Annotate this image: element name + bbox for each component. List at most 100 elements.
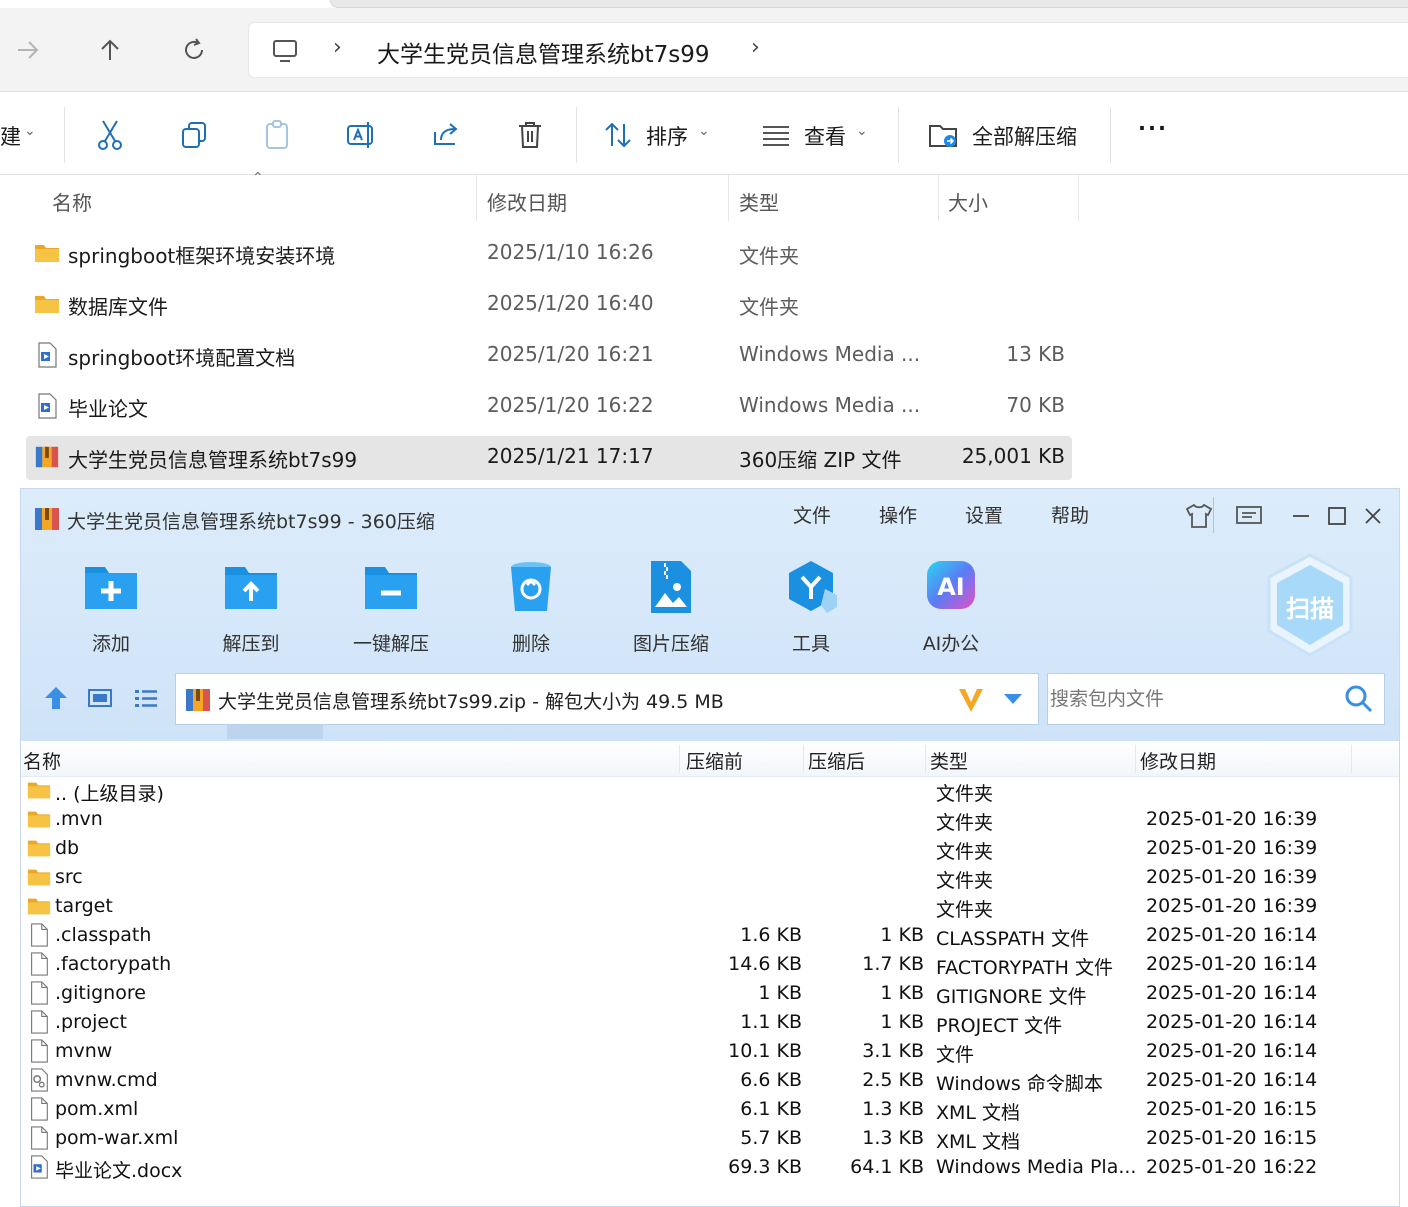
table-row[interactable]: pom-war.xml 5.7 KB 1.3 KB XML 文档 2025-01-20 … [21, 1124, 1399, 1153]
menu-settings[interactable]: 设置 [965, 501, 1003, 528]
column-header-type[interactable]: 类型 [739, 187, 779, 216]
chevron-down-icon[interactable]: ⌄ [856, 123, 868, 139]
column-header-type[interactable]: 类型 [930, 747, 968, 774]
table-row[interactable]: .factorypath 14.6 KB 1.7 KB FACTORYPATH 文件 2… [21, 950, 1399, 979]
one-click-extract-icon [365, 567, 417, 609]
file-type: PROJECT 文件 [936, 1015, 1063, 1037]
view-button-label[interactable]: 查看 [804, 121, 846, 151]
list-item[interactable]: springboot框架环境安装环境 2025/1/10 16:26 文件夹 [26, 232, 1072, 276]
menu-help[interactable]: 帮助 [1051, 501, 1089, 528]
breadcrumb-chevron-icon[interactable]: › [751, 35, 760, 60]
sort-button-label[interactable]: 排序 [646, 121, 688, 151]
v-logo-icon[interactable] [956, 686, 986, 714]
archiver-title: 大学生党员信息管理系统bt7s99 - 360压缩 [67, 511, 435, 533]
forward-arrow-icon[interactable] [6, 28, 50, 72]
column-divider[interactable] [1078, 175, 1079, 221]
menu-operation[interactable]: 操作 [879, 501, 917, 528]
paste-icon[interactable] [260, 117, 296, 153]
view-lines-icon[interactable] [758, 117, 794, 153]
table-row[interactable]: target 文件夹 2025-01-20 16:39 [21, 892, 1399, 921]
more-options-button[interactable]: ... [1138, 111, 1168, 135]
list-item[interactable]: springboot环境配置文档 2025/1/20 16:21 Windows M… [26, 334, 1072, 378]
table-row[interactable]: mvnw 10.1 KB 3.1 KB 文件 2025-01-20 16:14 [21, 1037, 1399, 1066]
delete-button[interactable]: 删除 [476, 557, 586, 655]
table-row[interactable]: pom.xml 6.1 KB 1.3 KB XML 文档 2025-01-20 16:1… [21, 1095, 1399, 1124]
refresh-icon[interactable] [172, 28, 216, 72]
list-item[interactable]: 毕业论文 2025/1/20 16:22 Windows Media ... 70 K… [26, 385, 1072, 429]
close-icon[interactable] [1357, 501, 1389, 531]
column-divider[interactable] [938, 175, 939, 221]
delete-trash-icon[interactable] [512, 117, 548, 153]
address-bar[interactable]: › 大学生党员信息管理系统bt7s99 › [248, 22, 1408, 78]
column-header-name[interactable]: 名称 [52, 187, 92, 216]
table-row[interactable]: .mvn 文件夹 2025-01-20 16:39 [21, 805, 1399, 834]
folder-icon [34, 291, 60, 317]
column-divider[interactable] [728, 175, 729, 221]
ai-office-button[interactable]: AI AI办公 [896, 557, 1006, 655]
modified-date: 2025-01-20 16:39 [1146, 866, 1318, 888]
search-icon[interactable] [1344, 684, 1374, 714]
archive-column-header: 名称 压缩前 压缩后 类型 修改日期 [21, 741, 1399, 777]
table-row[interactable]: .gitignore 1 KB 1 KB GITIGNORE 文件 2025-01-20… [21, 979, 1399, 1008]
sort-arrows-icon[interactable] [600, 117, 636, 153]
column-divider[interactable] [1135, 745, 1136, 773]
one-click-extract-button[interactable]: 一键解压 [336, 557, 446, 655]
feedback-message-icon[interactable] [1233, 501, 1265, 531]
zip-archive-icon [34, 444, 60, 470]
column-header-modified[interactable]: 修改日期 [1140, 747, 1216, 774]
copy-icon[interactable] [176, 117, 212, 153]
column-header-name[interactable]: 名称 [23, 747, 61, 774]
list-item[interactable]: 大学生党员信息管理系统bt7s99 2025/1/21 17:17 360压缩 ZI… [26, 436, 1072, 480]
table-row[interactable]: 毕业论文.docx 69.3 KB 64.1 KB Windows Media Pla… [21, 1153, 1399, 1182]
column-divider[interactable] [476, 175, 477, 221]
table-row[interactable]: .classpath 1.6 KB 1 KB CLASSPATH 文件 2025-01-… [21, 921, 1399, 950]
maximize-icon[interactable] [1321, 501, 1353, 531]
modified-date: 2025/1/21 17:17 [487, 444, 654, 468]
column-divider[interactable] [925, 745, 926, 773]
table-row[interactable]: .. (上级目录) 文件夹 [21, 776, 1399, 805]
list-view-icon[interactable] [131, 683, 161, 713]
thumbnail-view-icon[interactable] [85, 683, 115, 713]
archive-path-field[interactable]: 大学生党员信息管理系统bt7s99.zip - 解包大小为 49.5 MB [175, 673, 1039, 725]
column-header-size[interactable]: 大小 [948, 187, 988, 216]
tools-label: 工具 [791, 633, 830, 655]
breadcrumb-current-folder[interactable]: 大学生党员信息管理系统bt7s99 [377, 35, 710, 69]
table-row[interactable]: src 文件夹 2025-01-20 16:39 [21, 863, 1399, 892]
share-icon[interactable] [428, 117, 464, 153]
extract-all-button-label[interactable]: 全部解压缩 [972, 121, 1077, 151]
file-name: springboot框架环境安装环境 [68, 244, 336, 268]
extract-folder-icon[interactable] [926, 117, 962, 153]
scan-shield-button[interactable]: 扫描 [1265, 553, 1355, 657]
table-row[interactable]: mvnw.cmd 6.6 KB 2.5 KB Windows 命令脚本 2025-01-… [21, 1066, 1399, 1095]
column-divider[interactable] [803, 745, 804, 773]
toolbar-divider [64, 107, 65, 163]
column-header-after[interactable]: 压缩后 [808, 747, 865, 774]
archive-search-input[interactable] [1048, 674, 1338, 724]
column-divider[interactable] [679, 745, 680, 773]
up-arrow-icon[interactable] [88, 28, 132, 72]
add-button[interactable]: 添加 [56, 557, 166, 655]
list-item[interactable]: 数据库文件 2025/1/20 16:40 文件夹 [26, 283, 1072, 327]
column-divider[interactable] [1351, 745, 1352, 773]
dropdown-triangle-icon[interactable] [1002, 692, 1024, 706]
tools-button[interactable]: 工具 [756, 557, 866, 655]
menu-file[interactable]: 文件 [793, 501, 831, 528]
archive-search-box[interactable] [1047, 673, 1385, 725]
chevron-down-icon[interactable]: ⌄ [698, 123, 710, 139]
new-button-label[interactable]: 建 [0, 121, 21, 151]
extract-to-button[interactable]: 解压到 [196, 557, 306, 655]
ai-office-label: AI办公 [922, 633, 980, 655]
skin-tshirt-icon[interactable] [1183, 501, 1215, 531]
file-icon [27, 981, 51, 1005]
minimize-icon[interactable] [1285, 501, 1317, 531]
cut-icon[interactable] [92, 117, 128, 153]
table-row[interactable]: .project 1.1 KB 1 KB PROJECT 文件 2025-01-20 1… [21, 1008, 1399, 1037]
rename-icon[interactable] [344, 117, 380, 153]
table-row[interactable]: db 文件夹 2025-01-20 16:39 [21, 834, 1399, 863]
column-header-before[interactable]: 压缩前 [686, 747, 743, 774]
image-compress-button[interactable]: 图片压缩 [616, 557, 726, 655]
chevron-down-icon[interactable]: ⌄ [24, 123, 36, 139]
recycle-bin-icon [511, 562, 551, 611]
up-level-arrow-icon[interactable] [41, 683, 71, 713]
column-header-modified[interactable]: 修改日期 [487, 187, 567, 216]
